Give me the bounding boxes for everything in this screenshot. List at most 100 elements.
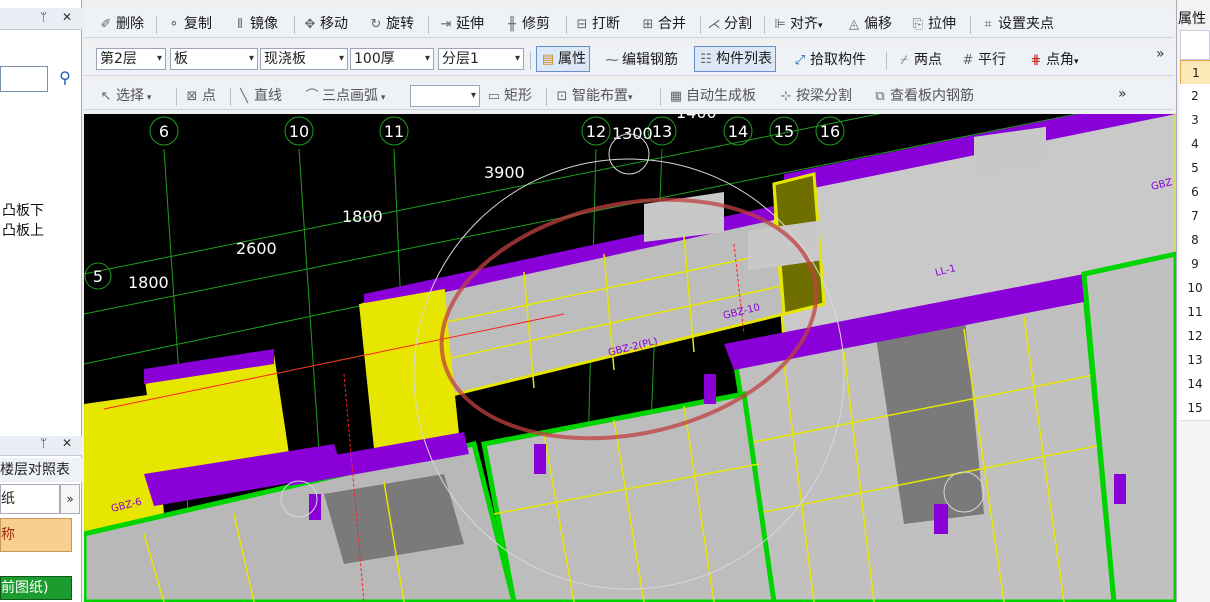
- header-cell[interactable]: 称: [0, 518, 72, 552]
- point-icon: ⊠: [186, 89, 198, 104]
- axis-label: 15: [774, 122, 794, 141]
- dimension-label: 1800: [342, 207, 383, 226]
- search-input[interactable]: [0, 66, 48, 92]
- auto-generate-button[interactable]: ▦ 自动生成板: [668, 82, 756, 109]
- chevron-down-icon: ▾: [156, 53, 162, 64]
- split-button[interactable]: ⋌ 分割: [706, 10, 753, 37]
- dimension-label: 3900: [484, 163, 525, 182]
- layer-select[interactable]: 分层1 ▾: [438, 48, 524, 70]
- delete-button[interactable]: ✐ 删除: [98, 10, 144, 37]
- drawing-field[interactable]: 纸: [0, 484, 60, 514]
- property-row-number[interactable]: 11: [1180, 300, 1210, 325]
- property-row-number[interactable]: 6: [1180, 180, 1210, 205]
- split-icon: ⋌: [707, 17, 721, 32]
- property-row-number[interactable]: 5: [1180, 156, 1210, 181]
- properties-button[interactable]: ▤ 属性: [536, 46, 590, 72]
- mirror-button[interactable]: ⫴ 镜像: [232, 10, 278, 37]
- view-rebar-button[interactable]: ⧉ 查看板内钢筋: [872, 82, 974, 109]
- tab-floor-compare[interactable]: 楼层对照表: [0, 458, 82, 482]
- arc-button[interactable]: ⌒ 三点画弧 ▾: [304, 82, 385, 109]
- align-button[interactable]: ⊫ 对齐▾: [772, 10, 822, 37]
- select-button[interactable]: ↖ 选择 ▾: [98, 82, 152, 109]
- thickness-select[interactable]: 100厚 ▾: [350, 48, 434, 70]
- grid-icon: ▦: [669, 89, 683, 104]
- move-button[interactable]: ✥ 移动: [302, 10, 348, 37]
- move-icon: ✥: [304, 17, 316, 32]
- list-icon: ☷: [700, 52, 712, 67]
- edit-rebar-button[interactable]: ⁓ 编辑钢筋: [604, 46, 679, 74]
- trim-button[interactable]: ╫ 修剪: [504, 10, 550, 37]
- chevron-down-icon: ▾: [470, 90, 476, 101]
- stretch-icon: ⎘: [912, 17, 924, 32]
- two-point-button[interactable]: ⌿ 两点: [896, 46, 942, 74]
- type-select[interactable]: 板 ▾: [170, 48, 258, 70]
- overflow-chevron-icon[interactable]: »: [1118, 86, 1127, 102]
- property-row-number[interactable]: 4: [1180, 132, 1210, 157]
- rebar-icon: ⁓: [605, 53, 619, 68]
- line-icon: ╲: [240, 89, 248, 104]
- extend-button[interactable]: ⇥ 延伸: [438, 10, 484, 37]
- left-panel-titlebar: ᛘ ✕: [0, 8, 82, 30]
- merge-button[interactable]: ⊞ 合并: [640, 10, 686, 37]
- axis-label: 10: [289, 122, 309, 141]
- property-row-number[interactable]: 13: [1180, 348, 1210, 373]
- offset-button[interactable]: ◬ 偏移: [846, 10, 892, 37]
- smart-layout-button[interactable]: ⊡ 智能布置▾: [554, 82, 633, 109]
- draw-option-select[interactable]: ▾: [410, 85, 480, 107]
- property-row-number[interactable]: 12: [1180, 324, 1210, 349]
- tree-item[interactable]: 凸板下: [2, 200, 44, 220]
- copy-button[interactable]: ⚬ 复制: [166, 10, 212, 37]
- rect-button[interactable]: ▭ 矩形: [486, 82, 532, 109]
- toolbar-draw: ↖ 选择 ▾ ⊠ 点 ╲ 直线 ⌒ 三点画弧 ▾ ▾ ▭ 矩形 ⊡ 智能布置▾ ▦ 自动生成板…: [84, 82, 1174, 110]
- rotate-button[interactable]: ↻ 旋转: [368, 10, 414, 37]
- line-button[interactable]: ╲ 直线: [236, 82, 282, 109]
- point-button[interactable]: ⊠ 点: [184, 82, 216, 109]
- component-list-button[interactable]: ☷ 构件列表: [694, 46, 776, 72]
- grip-button[interactable]: ⌗ 设置夹点: [980, 10, 1054, 37]
- left-panel2-titlebar: ᛘ ✕: [0, 436, 82, 456]
- split-by-beam-button[interactable]: ⊹ 按梁分割: [778, 82, 852, 109]
- pin-icon[interactable]: ᛘ: [40, 436, 47, 450]
- break-button[interactable]: ⊟ 打断: [574, 10, 620, 37]
- overflow-chevron-icon[interactable]: »: [1156, 46, 1165, 62]
- view-rebar-icon: ⧉: [875, 89, 885, 104]
- close-icon[interactable]: ✕: [62, 436, 72, 450]
- property-row-number[interactable]: 15: [1180, 396, 1210, 421]
- floor-select[interactable]: 第2层 ▾: [96, 48, 166, 70]
- point-angle-icon: ⋕: [1030, 53, 1042, 68]
- subtype-select[interactable]: 现浇板 ▾: [260, 48, 348, 70]
- eraser-icon: ✐: [100, 17, 112, 32]
- merge-icon: ⊞: [642, 17, 654, 32]
- more-button[interactable]: »: [60, 484, 80, 514]
- arc-icon: ⌒: [305, 89, 319, 104]
- property-row-number[interactable]: 14: [1180, 372, 1210, 397]
- pin-icon[interactable]: ᛘ: [40, 10, 47, 24]
- dimension-label: 1300: [612, 124, 653, 143]
- parallel-button[interactable]: # 平行: [960, 46, 1006, 74]
- property-row-number[interactable]: 2: [1180, 84, 1210, 109]
- search-icon[interactable]: ⚲: [52, 66, 78, 92]
- point-angle-button[interactable]: ⋕ 点角▾: [1028, 46, 1079, 74]
- eyedropper-icon: ⤢: [794, 53, 806, 68]
- property-row-number[interactable]: 3: [1180, 108, 1210, 133]
- axis-label: 5: [93, 267, 103, 286]
- property-row-number[interactable]: 8: [1180, 228, 1210, 253]
- copy-icon: ⚬: [168, 17, 180, 32]
- axis-label: 16: [820, 122, 840, 141]
- parallel-icon: #: [962, 53, 974, 68]
- tree-item[interactable]: 凸板上: [2, 220, 44, 240]
- rotate-icon: ↻: [370, 17, 382, 32]
- pick-component-button[interactable]: ⤢ 拾取构件: [792, 46, 866, 74]
- properties-header: [1180, 30, 1210, 60]
- property-row-number[interactable]: 10: [1180, 276, 1210, 301]
- property-row-number[interactable]: 7: [1180, 204, 1210, 229]
- close-icon[interactable]: ✕: [62, 10, 72, 24]
- property-row-number[interactable]: 9: [1180, 252, 1210, 277]
- stretch-button[interactable]: ⎘ 拉伸: [910, 10, 956, 37]
- dimension-label: 1800: [128, 273, 169, 292]
- 3d-viewport[interactable]: 6 10 11 12 13 14 15 16 5 1300 3900 1800 …: [84, 114, 1176, 602]
- property-row-number[interactable]: 1: [1180, 60, 1210, 86]
- smart-layout-icon: ⊡: [556, 89, 568, 104]
- building-model: GBZ-2(PL) GBZ-10 GBZ-6 LL-1 GBZ: [84, 114, 1176, 602]
- current-drawing-row[interactable]: 前图纸): [0, 576, 72, 600]
